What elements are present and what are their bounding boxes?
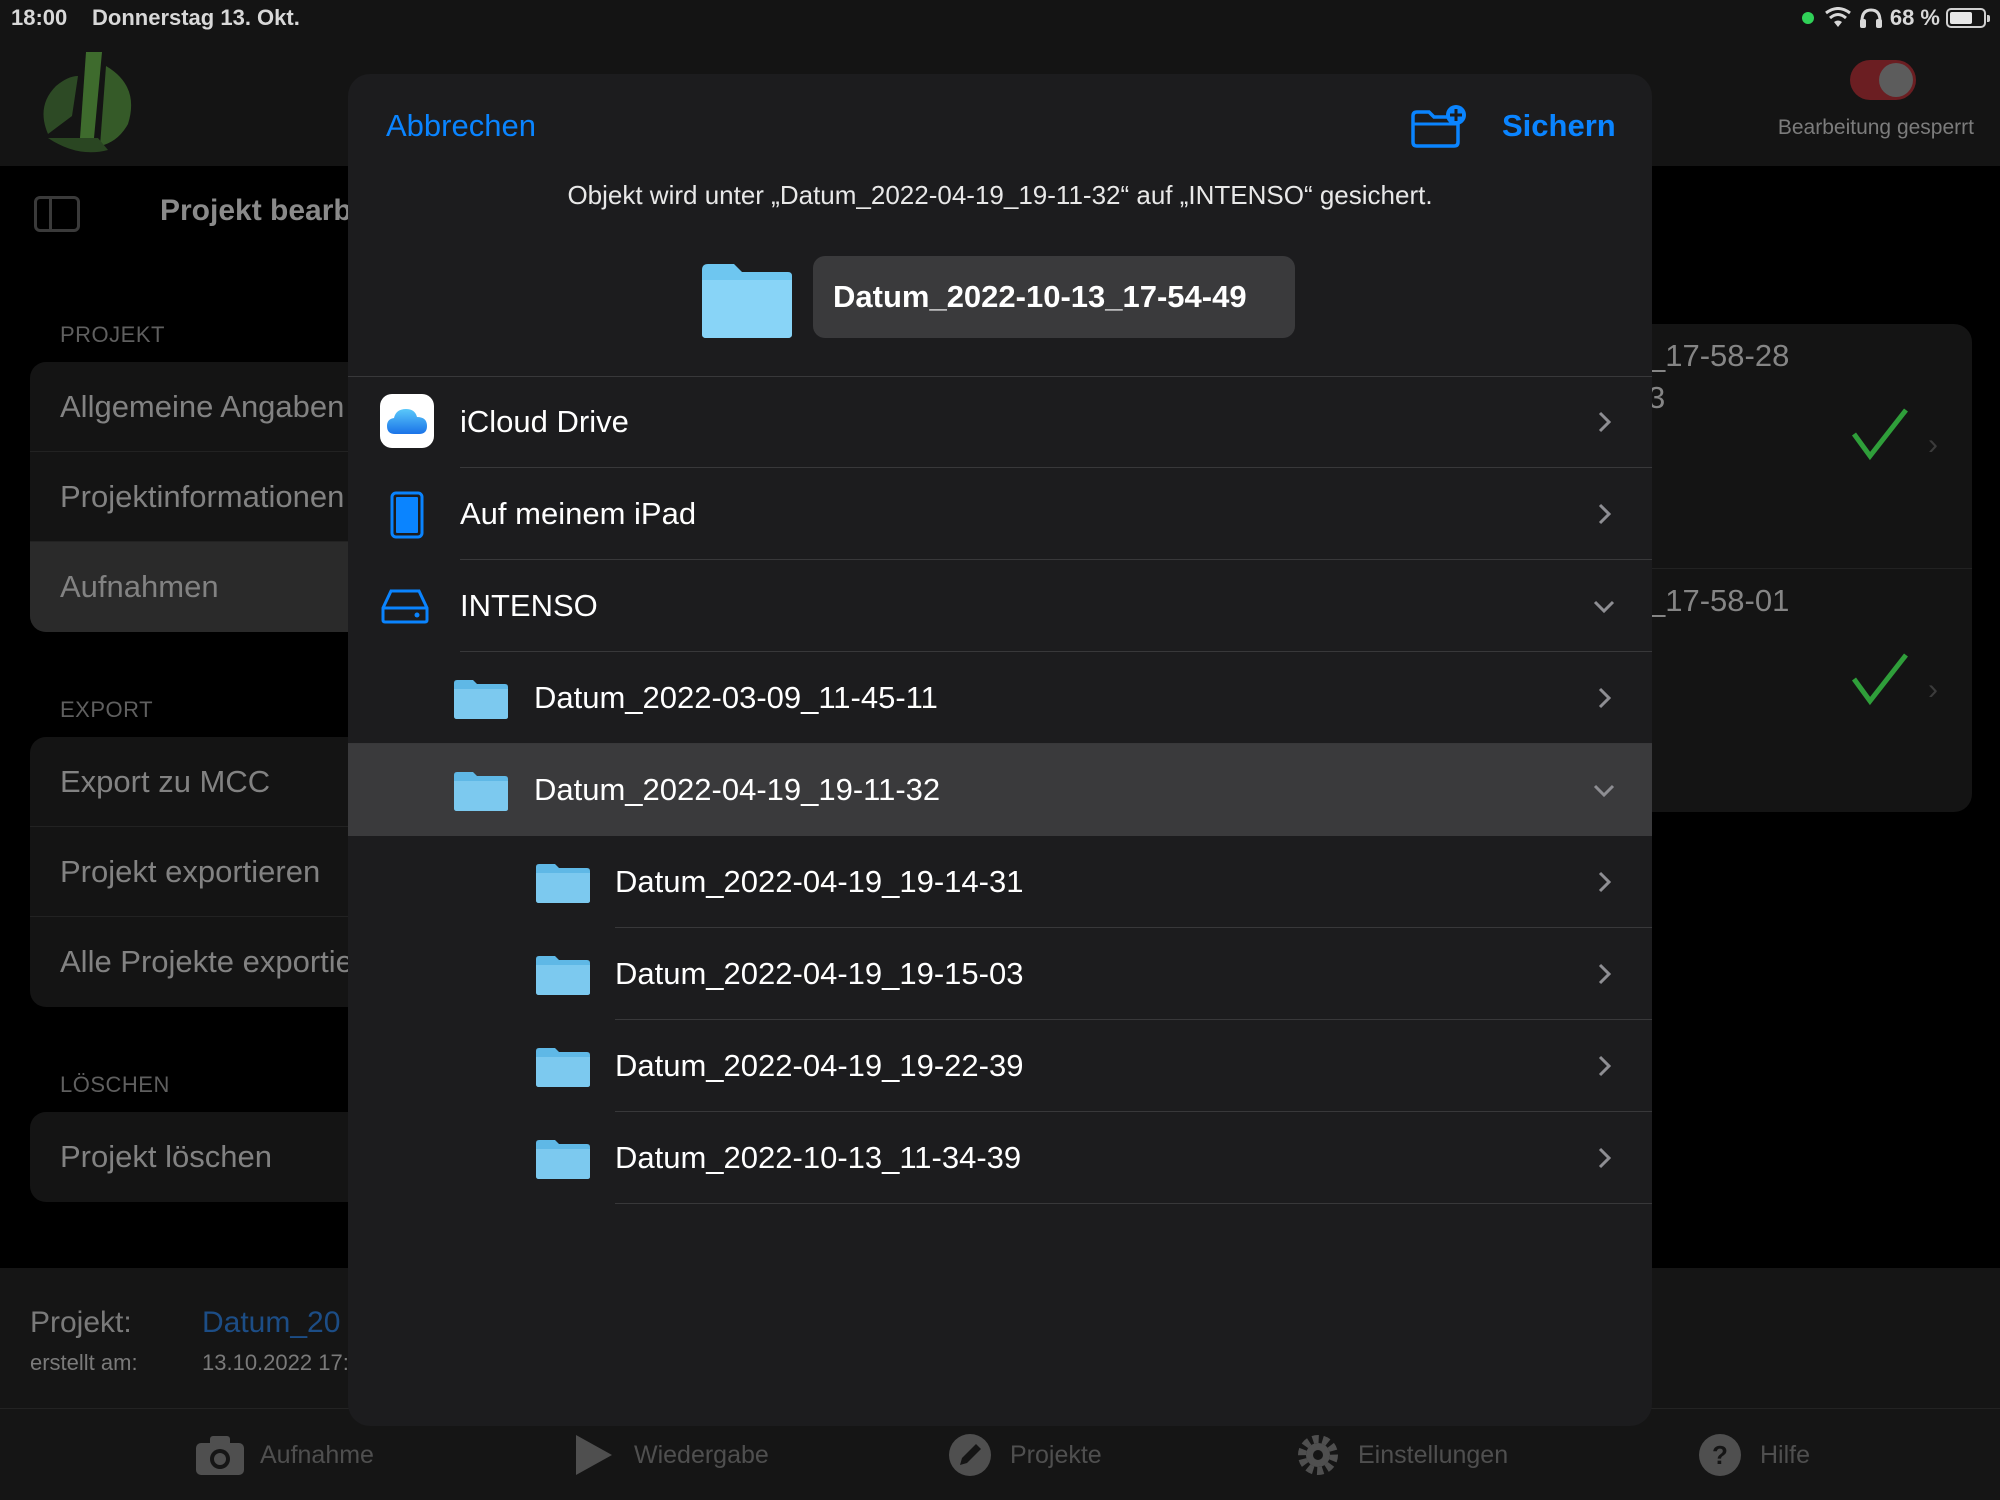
folder-label: Datum_2022-04-19_19-15-03 [615, 956, 1024, 991]
save-button[interactable]: Sichern [1502, 108, 1616, 144]
pencil-circle-icon [949, 1434, 991, 1476]
folder-label: Datum_2022-04-19_19-14-31 [615, 864, 1024, 899]
ipad-icon [386, 490, 428, 540]
location-browser: iCloud Drive Auf meinem iPad INTENSO Dat… [348, 376, 1652, 1204]
tab-label: Einstellungen [1358, 1440, 1509, 1469]
cancel-button[interactable]: Abbrechen [386, 108, 536, 144]
tab-label: Aufnahme [260, 1440, 374, 1469]
location-label: Auf meinem iPad [460, 496, 697, 531]
tab-hilfe[interactable]: ? Hilfe [1694, 1431, 1810, 1479]
chevron-right-icon [1598, 871, 1612, 893]
filename-field[interactable]: Datum_2022-10-13_17-54-49 [813, 256, 1295, 338]
edit-lock-toggle[interactable] [1850, 60, 1916, 100]
recording-row[interactable]: _17-58-01 › [1600, 568, 1972, 812]
status-bar: 18:00 Donnerstag 13. Okt. 68 % [0, 0, 2000, 38]
folder-row-selected[interactable]: Datum_2022-04-19_19-11-32 [348, 744, 1652, 836]
recording-title: _17-58-01 [1648, 583, 1790, 618]
section-label-projekt: PROJEKT [60, 322, 165, 347]
chevron-down-icon [1593, 784, 1615, 798]
chevron-right-icon [1598, 1055, 1612, 1077]
new-folder-icon[interactable] [1410, 104, 1468, 150]
headphones-icon [1859, 8, 1882, 28]
folder-row[interactable]: Datum_2022-04-19_19-22-39 [348, 1020, 1652, 1112]
chevron-down-icon [1593, 600, 1615, 614]
folder-icon [454, 772, 508, 811]
location-label: iCloud Drive [460, 404, 629, 439]
external-drive-icon [380, 586, 430, 626]
sidebar-toggle-icon[interactable] [34, 196, 80, 232]
folder-icon [536, 1048, 590, 1087]
folder-icon [536, 864, 590, 903]
folder-row[interactable]: Datum_2022-04-19_19-15-03 [348, 928, 1652, 1020]
location-label: INTENSO [460, 588, 598, 623]
recordings-list: _17-58-28 3 › _17-58-01 › [1600, 324, 1972, 812]
checkmark-icon [1851, 408, 1908, 461]
chevron-right-icon [1598, 963, 1612, 985]
edit-lock-label: Bearbeitung gesperrt [1777, 116, 1974, 139]
folder-row[interactable]: Datum_2022-10-13_11-34-39 [348, 1112, 1652, 1204]
battery-percent: 68 % [1889, 5, 1940, 30]
folder-icon [702, 264, 792, 338]
location-row-auf-meinem-ipad[interactable]: Auf meinem iPad [348, 468, 1652, 560]
folder-label: Datum_2022-03-09_11-45-11 [534, 680, 938, 715]
chevron-right-icon: › [1928, 428, 1938, 461]
status-time: 18:00 [11, 5, 68, 30]
tab-label: Wiedergabe [634, 1440, 769, 1469]
play-icon [576, 1435, 612, 1475]
folder-icon [454, 680, 508, 719]
tab-wiedergabe[interactable]: Wiedergabe [568, 1431, 769, 1479]
svg-text:?: ? [1712, 1440, 1728, 1470]
tab-projekte[interactable]: Projekte [944, 1431, 1102, 1479]
section-label-loeschen: LÖSCHEN [60, 1072, 170, 1097]
help-circle-icon: ? [1699, 1434, 1741, 1476]
chevron-right-icon: › [1928, 673, 1938, 706]
folder-label: Datum_2022-10-13_11-34-39 [615, 1140, 1022, 1175]
tab-aufnahme[interactable]: Aufnahme [194, 1431, 374, 1479]
folder-icon [536, 956, 590, 995]
wifi-icon [1824, 7, 1851, 27]
gear-icon [1298, 1435, 1338, 1475]
folder-label: Datum_2022-04-19_19-22-39 [615, 1048, 1024, 1083]
folder-row[interactable]: Datum_2022-04-19_19-14-31 [348, 836, 1652, 928]
folder-label: Datum_2022-04-19_19-11-32 [534, 772, 941, 807]
tab-label: Projekte [1010, 1440, 1102, 1469]
recording-title: _17-58-28 [1648, 338, 1790, 373]
folder-row[interactable]: Datum_2022-03-09_11-45-11 [348, 652, 1652, 744]
mic-indicator-icon [1801, 12, 1814, 24]
folder-icon [536, 1140, 590, 1179]
tab-label: Hilfe [1760, 1440, 1811, 1469]
battery-icon [1946, 8, 1990, 28]
chevron-right-icon [1598, 503, 1612, 525]
icloud-icon [380, 394, 434, 448]
sidebar-title: Projekt bearb [160, 194, 352, 227]
project-name-link[interactable]: Datum_20 [202, 1306, 340, 1340]
created-value: 13.10.2022 17: [202, 1350, 349, 1375]
checkmark-icon [1851, 653, 1908, 706]
chevron-right-icon [1598, 1147, 1612, 1169]
app-logo-icon [43, 52, 132, 153]
location-row-icloud-drive[interactable]: iCloud Drive [348, 376, 1652, 468]
chevron-right-icon [1598, 411, 1612, 433]
status-date: Donnerstag 13. Okt. [92, 5, 300, 30]
created-label: erstellt am: [30, 1350, 138, 1375]
project-label: Projekt: [30, 1306, 132, 1339]
section-label-export: EXPORT [60, 697, 154, 722]
chevron-right-icon [1598, 687, 1612, 709]
save-sheet: Abbrechen Sichern Objekt wird unter „Dat… [348, 74, 1652, 1426]
recording-row[interactable]: _17-58-28 3 › [1600, 324, 1972, 568]
camera-icon [196, 1436, 244, 1475]
location-row-intenso[interactable]: INTENSO [348, 560, 1652, 652]
tab-einstellungen[interactable]: Einstellungen [1292, 1431, 1508, 1479]
save-destination-message: Objekt wird unter „Datum_2022-04-19_19-1… [567, 180, 1433, 210]
